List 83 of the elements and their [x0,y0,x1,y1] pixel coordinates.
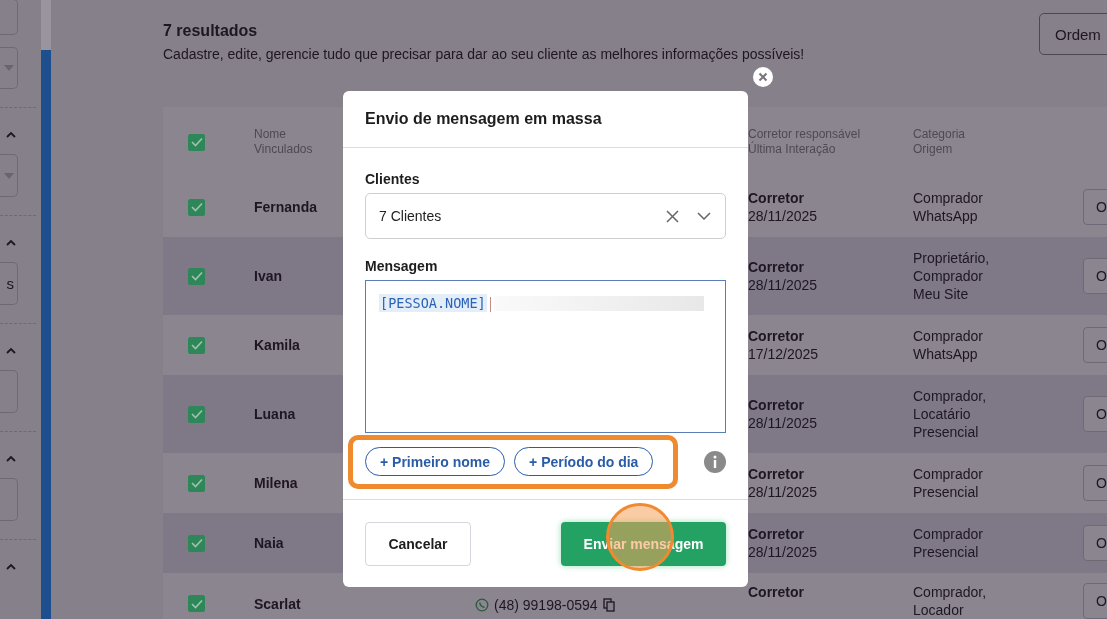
column-header: Vinculados [254,142,313,157]
insert-variable-chip[interactable]: + Primeiro nome [365,447,506,476]
row-action-button[interactable]: O [1083,189,1107,225]
broker-name: Corretor [748,583,804,601]
last-interaction-date: 17/12/2025 [748,345,819,363]
caret-down-icon [4,172,14,179]
client-origin: WhatsApp [913,207,978,225]
client-category: Comprador, Locatário [913,387,988,423]
column-header: Origem [913,142,953,157]
clients-select[interactable]: 7 Clientes [365,193,726,239]
client-name: Scarlat [254,595,301,613]
client-origin: Presencial [913,423,979,441]
sort-button[interactable]: Ordem [1039,13,1107,55]
row-checkbox[interactable] [188,474,205,492]
column-header: Categoria [913,127,966,142]
broker-name: Corretor [748,525,804,543]
row-checkbox[interactable] [188,267,205,285]
last-interaction-date: 28/11/2025 [748,276,818,294]
last-interaction-date: 28/11/2025 [748,207,818,225]
client-name: Naia [254,534,284,552]
last-interaction-date: 28/11/2025 [748,543,818,561]
column-header: Corretor responsável [748,127,861,141]
phone-number: (48) 99198-0594 [494,596,598,614]
client-origin: Meu Site [913,285,969,303]
client-name: Milena [254,474,298,492]
chevron-up-icon[interactable] [6,238,16,246]
client-origin: Presencial [913,543,979,561]
row-action-button[interactable]: O [1083,327,1107,363]
chevron-up-icon[interactable] [6,562,16,570]
column-header: Última Interação [748,142,836,157]
client-category: Comprador, Locador [913,583,988,619]
chevron-down-icon[interactable] [697,212,711,220]
results-count: 7 resultados [163,22,259,40]
client-category: Comprador [913,465,984,483]
client-category: Comprador [913,327,984,345]
copy-icon[interactable] [602,598,615,612]
broker-name: Corretor [748,465,804,483]
client-origin: WhatsApp [913,345,978,363]
caret-down-icon [4,65,14,71]
client-category: Proprietário, Comprador [913,249,991,285]
client-category: Comprador [913,189,984,207]
page-description: Cadastre, edite, gerencie tudo que precisar para dar ao seu cliente as melhores informações possíveis! [163,46,805,62]
row-checkbox[interactable] [188,405,205,423]
row-checkbox[interactable] [188,595,205,612]
row-checkbox[interactable] [188,198,205,216]
last-interaction-date: 28/11/2025 [748,483,818,501]
info-icon[interactable] [704,450,726,473]
row-action-button[interactable]: O [1083,525,1107,561]
last-interaction-date: 28/11/2025 [748,414,818,432]
clear-icon[interactable] [666,209,679,223]
filter-field[interactable] [0,154,18,197]
cancel-button[interactable]: Cancelar [365,521,471,566]
row-action-button[interactable]: O [1083,258,1107,294]
client-name: Ivan [254,267,282,285]
client-name: Kamila [254,336,300,354]
phone-icon [475,598,489,612]
chevron-up-icon[interactable] [6,454,16,462]
broker-name: Corretor [748,396,804,414]
column-header: Nome [254,127,286,142]
row-action-button[interactable]: O [1083,583,1107,619]
row-checkbox[interactable] [188,534,205,552]
field-label: Mensagem [365,258,439,274]
row-action-button[interactable]: O [1083,396,1107,432]
client-name: Fernanda [254,198,317,216]
filter-field[interactable] [0,47,18,89]
close-icon [758,72,768,82]
message-field[interactable]: [PESSOA.NOME] [365,280,726,433]
close-button[interactable] [753,67,773,87]
broker-name: Corretor [748,327,804,345]
broker-name: Corretor [748,189,804,207]
field-label: Clientes [365,171,421,187]
insert-variable-chip[interactable]: + Período do dia [514,447,654,476]
filter-field[interactable]: s [0,262,18,305]
client-category: Comprador [913,525,984,543]
select-all-checkbox[interactable] [188,133,205,151]
dialog-title: Envio de mensagem em massa [365,110,602,128]
chevron-up-icon[interactable] [6,346,16,354]
client-name: Luana [254,405,296,423]
broker-name: Corretor [748,258,804,276]
row-checkbox[interactable] [188,336,205,354]
row-action-button[interactable]: O [1083,465,1107,501]
client-origin: Presencial [913,483,979,501]
chevron-up-icon[interactable] [6,130,16,138]
